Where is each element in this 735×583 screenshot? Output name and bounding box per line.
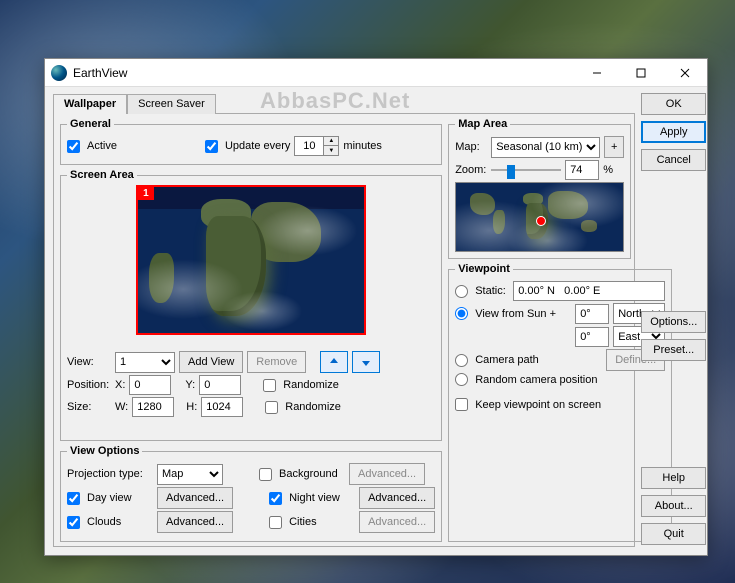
clouds-advanced-button[interactable]: Advanced... — [157, 511, 233, 533]
map-area-group: Map Area Map: Seasonal (10 km) + Zoom: — [448, 118, 631, 259]
map-select[interactable]: Seasonal (10 km) — [491, 137, 600, 158]
w-input[interactable] — [132, 397, 174, 417]
general-group: General Active Update every ▲ — [60, 118, 442, 165]
zoom-slider[interactable] — [491, 161, 561, 179]
remove-view-button[interactable]: Remove — [247, 351, 306, 373]
clouds-checkbox[interactable] — [67, 516, 80, 529]
active-checkbox[interactable] — [67, 140, 80, 153]
size-label: Size: — [67, 401, 111, 413]
cities-label: Cities — [289, 516, 355, 528]
dayview-checkbox[interactable] — [67, 492, 80, 505]
sun-label: View from Sun + — [475, 308, 571, 320]
tab-screensaver[interactable]: Screen Saver — [127, 94, 216, 114]
sun-radio[interactable] — [455, 307, 468, 320]
active-label: Active — [87, 140, 117, 152]
maximize-button[interactable] — [619, 59, 663, 87]
keep-viewpoint-label: Keep viewpoint on screen — [475, 399, 601, 411]
mini-map[interactable] — [455, 182, 624, 252]
y-input[interactable] — [199, 375, 241, 395]
camera-radio[interactable] — [455, 354, 468, 367]
update-interval-input[interactable] — [294, 136, 324, 156]
spin-down-icon[interactable]: ▼ — [324, 146, 338, 155]
sun-deg2-input[interactable] — [575, 327, 609, 347]
random-radio[interactable] — [455, 373, 468, 386]
options-button[interactable]: Options... — [641, 311, 706, 333]
window-title: EarthView — [73, 66, 575, 80]
randomize-position-label: Randomize — [283, 379, 339, 391]
quit-button[interactable]: Quit — [641, 523, 706, 545]
zoom-label: Zoom: — [455, 164, 487, 176]
app-window: EarthView Wallpaper Screen Saver General… — [44, 58, 708, 556]
position-label: Position: — [67, 379, 111, 391]
background-label: Background — [279, 468, 345, 480]
randomize-position-checkbox[interactable] — [263, 379, 276, 392]
map-preview[interactable]: 1 — [136, 185, 366, 335]
viewpoint-group: Viewpoint Static: View from Sun + North — [448, 263, 672, 542]
screen-area-legend: Screen Area — [67, 169, 137, 181]
apply-button[interactable]: Apply — [641, 121, 706, 143]
h-label: H: — [186, 401, 197, 413]
keep-viewpoint-checkbox[interactable] — [455, 398, 468, 411]
view-label: View: — [67, 356, 111, 368]
dayview-label: Day view — [87, 492, 153, 504]
ok-button[interactable]: OK — [641, 93, 706, 115]
cities-checkbox[interactable] — [269, 516, 282, 529]
next-view-button[interactable] — [352, 351, 380, 373]
x-label: X: — [115, 379, 125, 391]
clouds-label: Clouds — [87, 516, 153, 528]
view-badge: 1 — [138, 187, 154, 200]
static-label: Static: — [475, 285, 509, 297]
camera-label: Camera path — [475, 354, 602, 366]
x-input[interactable] — [129, 375, 171, 395]
background-checkbox[interactable] — [259, 468, 272, 481]
nightview-checkbox[interactable] — [269, 492, 282, 505]
dayview-advanced-button[interactable]: Advanced... — [157, 487, 233, 509]
w-label: W: — [115, 401, 128, 413]
app-icon — [51, 65, 67, 81]
randomize-size-checkbox[interactable] — [265, 401, 278, 414]
map-add-button[interactable]: + — [604, 136, 624, 158]
view-options-group: View Options Projection type: Map Backgr… — [60, 445, 442, 542]
update-unit: minutes — [343, 140, 382, 152]
minimize-button[interactable] — [575, 59, 619, 87]
about-button[interactable]: About... — [641, 495, 706, 517]
spin-up-icon[interactable]: ▲ — [324, 137, 338, 146]
cancel-button[interactable]: Cancel — [641, 149, 706, 171]
background-advanced-button[interactable]: Advanced... — [349, 463, 425, 485]
sun-deg1-input[interactable] — [575, 304, 609, 324]
nightview-label: Night view — [289, 492, 355, 504]
view-select[interactable]: 1 — [115, 352, 175, 373]
viewpoint-marker-icon — [536, 216, 546, 226]
zoom-input[interactable] — [565, 160, 599, 180]
map-label: Map: — [455, 141, 487, 153]
preset-button[interactable]: Preset... — [641, 339, 706, 361]
screen-area-group: Screen Area 1 — [60, 169, 442, 441]
nightview-advanced-button[interactable]: Advanced... — [359, 487, 435, 509]
h-input[interactable] — [201, 397, 243, 417]
general-legend: General — [67, 118, 114, 130]
titlebar: EarthView — [45, 59, 707, 87]
viewpoint-legend: Viewpoint — [455, 263, 513, 275]
tab-wallpaper[interactable]: Wallpaper — [53, 94, 127, 114]
projection-label: Projection type: — [67, 468, 153, 480]
cities-advanced-button[interactable]: Advanced... — [359, 511, 435, 533]
close-button[interactable] — [663, 59, 707, 87]
update-label: Update every — [225, 140, 290, 152]
map-area-legend: Map Area — [455, 118, 510, 130]
help-button[interactable]: Help — [641, 467, 706, 489]
randomize-size-label: Randomize — [285, 401, 341, 413]
y-label: Y: — [185, 379, 195, 391]
prev-view-button[interactable] — [320, 351, 348, 373]
add-view-button[interactable]: Add View — [179, 351, 243, 373]
projection-select[interactable]: Map — [157, 464, 223, 485]
update-checkbox[interactable] — [205, 140, 218, 153]
random-label: Random camera position — [475, 374, 597, 386]
static-radio[interactable] — [455, 285, 468, 298]
zoom-unit: % — [603, 164, 613, 176]
view-options-legend: View Options — [67, 445, 142, 457]
